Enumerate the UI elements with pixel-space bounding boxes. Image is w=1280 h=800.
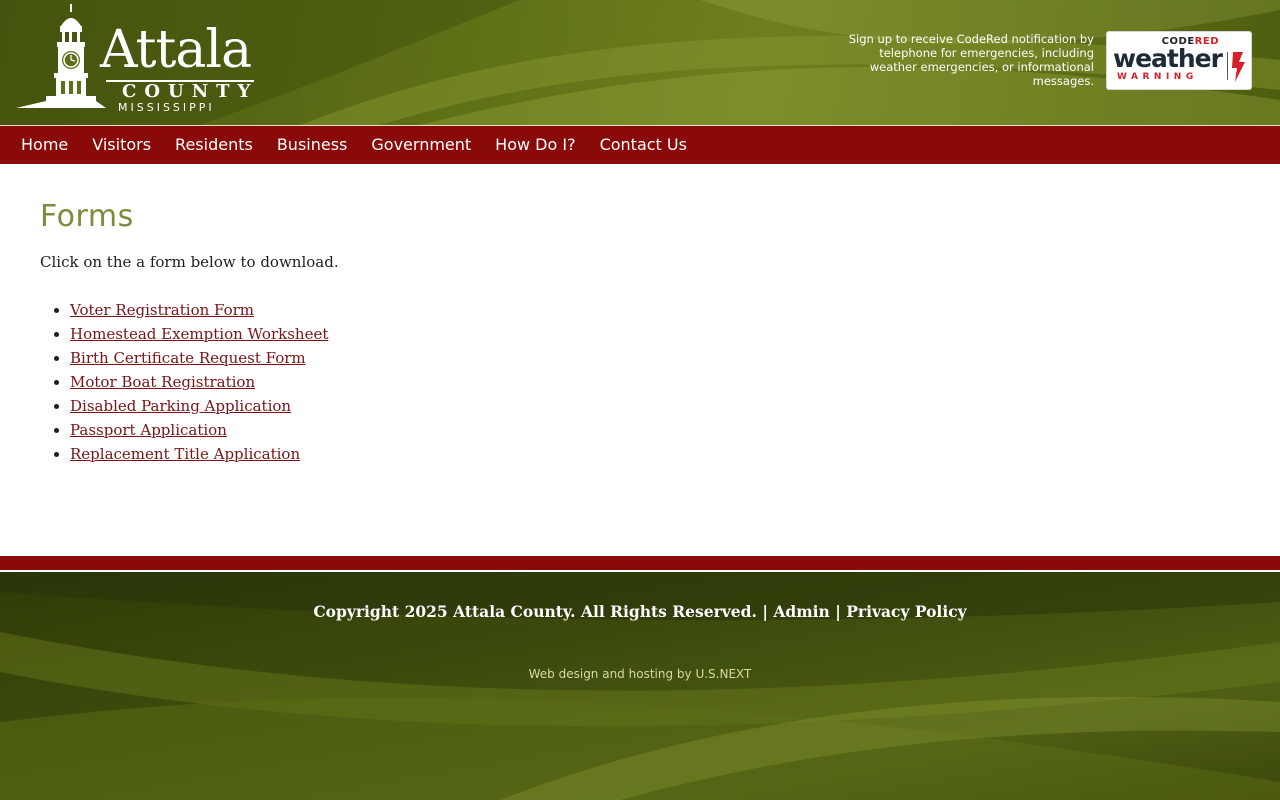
site-footer: Copyright 2025 Attala County. All Rights… [0,572,1280,800]
admin-link[interactable]: Admin [773,602,829,621]
courthouse-clock-tower-icon [16,4,106,108]
main-navigation: Home Visitors Residents Business Governm… [0,125,1280,164]
list-item: Passport Application [70,418,1240,442]
lightning-bolt-icon [1227,52,1245,82]
list-item: Birth Certificate Request Form [70,346,1240,370]
nav-item-government[interactable]: Government [359,126,483,163]
site-header: Attala COUNTY MISSISSIPPI Sign up to rec… [0,0,1280,125]
form-link-birth-certificate[interactable]: Birth Certificate Request Form [70,349,306,367]
list-item: Voter Registration Form [70,298,1240,322]
main-content: Forms Click on the a form below to downl… [40,196,1240,466]
page-title: Forms [40,199,134,234]
copyright-line: Copyright 2025 Attala County. All Rights… [0,602,1280,621]
nav-item-business[interactable]: Business [265,126,360,163]
logo-wordmark: Attala [100,20,252,80]
codered-signup-text: Sign up to receive CodeRed notification … [848,32,1094,88]
nav-item-contact-us[interactable]: Contact Us [588,126,699,163]
codered-weather-warning-button[interactable]: CODERED weather WARNING [1107,32,1251,89]
list-item: Homestead Exemption Worksheet [70,322,1240,346]
web-design-credit: Web design and hosting by U.S.NEXT [0,667,1280,681]
credit-prefix: Web design and hosting by [528,667,692,681]
privacy-policy-link[interactable]: Privacy Policy [846,602,966,621]
nav-item-how-do-i[interactable]: How Do I? [483,126,587,163]
form-link-replacement-title[interactable]: Replacement Title Application [70,445,300,463]
form-link-motor-boat[interactable]: Motor Boat Registration [70,373,255,391]
list-item: Motor Boat Registration [70,370,1240,394]
nav-item-residents[interactable]: Residents [163,126,265,163]
form-link-voter-registration[interactable]: Voter Registration Form [70,301,254,319]
footer-red-bar [0,556,1280,570]
county-logo[interactable]: Attala COUNTY MISSISSIPPI [16,4,266,116]
logo-county-text: COUNTY [122,81,259,102]
form-link-passport[interactable]: Passport Application [70,421,227,439]
logo-state-text: MISSISSIPPI [118,101,215,114]
list-item: Disabled Parking Application [70,394,1240,418]
footer-separator: | [762,602,768,621]
form-link-disabled-parking[interactable]: Disabled Parking Application [70,397,291,415]
form-link-homestead-exemption[interactable]: Homestead Exemption Worksheet [70,325,328,343]
copyright-text: Copyright 2025 Attala County. All Rights… [313,602,757,621]
forms-list: Voter Registration Form Homestead Exempt… [40,298,1240,466]
footer-separator: | [835,602,841,621]
codered-warning-text: WARNING [1117,72,1198,82]
intro-text: Click on the a form below to download. [40,253,339,271]
codered-weather-text: weather [1113,44,1223,73]
list-item: Replacement Title Application [70,442,1240,466]
nav-item-visitors[interactable]: Visitors [80,126,163,163]
usnext-link[interactable]: U.S.NEXT [695,667,751,681]
nav-item-home[interactable]: Home [9,126,80,163]
